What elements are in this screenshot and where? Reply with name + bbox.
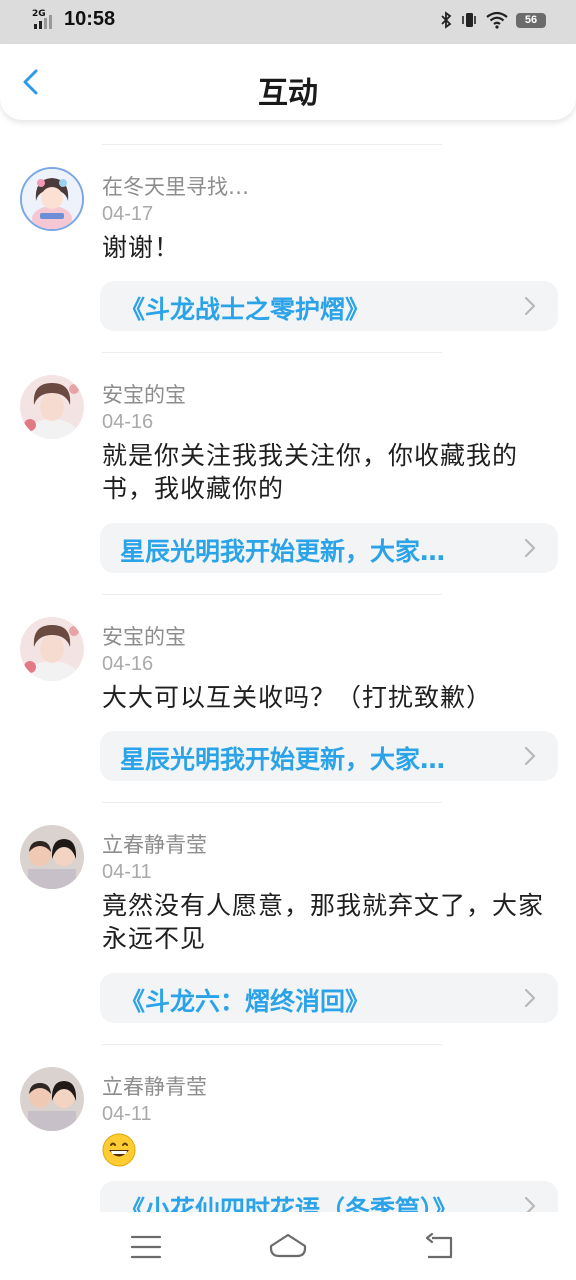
avatar[interactable]: [20, 825, 84, 889]
post-date: 04-11: [102, 1103, 152, 1125]
username[interactable]: 安宝的宝: [102, 379, 186, 409]
page-title: 互动: [258, 76, 318, 111]
chevron-right-icon: [524, 746, 536, 766]
interaction-list[interactable]: 在冬天里寻找… 04-17 谢谢！ 《斗龙战士之零护熠》 安宝的宝 04-16 …: [0, 120, 576, 1212]
list-item: 立春静青莹 04-11 竟然没有人愿意，那我就弃文了，大家永远不见 《斗龙六：熠…: [0, 825, 576, 1025]
book-link-card[interactable]: 星辰光明我开始更新，大家…: [100, 731, 558, 781]
message-text: 就是你关注我我关注你，你收藏我的书，我收藏你的: [102, 441, 519, 503]
message-text: 竟然没有人愿意，那我就弃文了，大家永远不见: [102, 891, 545, 953]
message-text: 大大可以互关收吗？（打扰致歉）: [102, 683, 493, 712]
status-bar: 2G 10:58 56: [0, 0, 576, 44]
book-link-card[interactable]: 《小花仙四时花语（冬季篇）》: [100, 1181, 558, 1212]
status-left: 2G 10:58: [30, 8, 115, 31]
list-item: 在冬天里寻找… 04-17 谢谢！ 《斗龙战士之零护熠》: [0, 167, 576, 331]
book-link-title: 星辰光明我开始更新，大家…: [120, 745, 446, 774]
chevron-right-icon: [524, 538, 536, 558]
username[interactable]: 在冬天里寻找…: [102, 171, 249, 201]
screen: 2G 10:58 56 互动 在冬天里寻找… 04-17 谢谢！ 《斗龙战士之零…: [0, 0, 576, 1280]
status-right: 56: [440, 11, 546, 29]
book-link-card[interactable]: 《斗龙战士之零护熠》: [100, 281, 558, 331]
avatar[interactable]: [20, 1067, 84, 1131]
home-icon: [269, 1233, 307, 1258]
post-date: 04-17: [102, 203, 154, 225]
book-link-card[interactable]: 星辰光明我开始更新，大家…: [100, 523, 558, 573]
avatar[interactable]: [20, 375, 84, 439]
avatar[interactable]: [20, 167, 84, 231]
list-item: 安宝的宝 04-16 就是你关注我我关注你，你收藏我的书，我收藏你的 星辰光明我…: [0, 375, 576, 575]
post-date: 04-16: [102, 653, 154, 675]
nav-back-button[interactable]: [420, 1230, 460, 1264]
system-nav-bar: [0, 1212, 576, 1280]
chevron-right-icon: [524, 988, 536, 1008]
list-item: 立春静青莹 04-11 《小花仙四时花语（冬季篇）》: [0, 1067, 576, 1212]
username[interactable]: 立春静青莹: [102, 829, 207, 859]
post-date: 04-11: [102, 861, 152, 883]
back-icon: [425, 1232, 453, 1259]
chevron-right-icon: [524, 1196, 536, 1212]
vibrate-icon: [460, 11, 478, 29]
divider: [102, 594, 442, 595]
username[interactable]: 立春静青莹: [102, 1071, 207, 1101]
chevron-right-icon: [524, 296, 536, 316]
divider: [102, 144, 442, 145]
username[interactable]: 安宝的宝: [102, 621, 186, 651]
book-link-title: 星辰光明我开始更新，大家…: [120, 537, 446, 566]
book-link-title: 《斗龙战士之零护熠》: [120, 295, 371, 324]
list-item: 安宝的宝 04-16 大大可以互关收吗？（打扰致歉） 星辰光明我开始更新，大家…: [0, 617, 576, 781]
wifi-icon: [486, 11, 508, 29]
book-link-card[interactable]: 《斗龙六：熠终消回》: [100, 973, 558, 1023]
battery-indicator: 56: [516, 12, 546, 28]
book-link-title: 《斗龙六：熠终消回》: [120, 987, 371, 1016]
divider: [102, 802, 442, 803]
status-time: 10:58: [64, 8, 116, 30]
avatar[interactable]: [20, 617, 84, 681]
divider: [102, 1044, 442, 1045]
signal-icon: 2G: [30, 9, 58, 31]
grinning-face-emoji: [102, 1133, 136, 1171]
book-link-title: 《小花仙四时花语（冬季篇）》: [120, 1195, 458, 1212]
bluetooth-icon: [440, 11, 452, 29]
divider: [102, 352, 442, 353]
nav-home-button[interactable]: [268, 1230, 308, 1264]
nav-menu-button[interactable]: [126, 1230, 166, 1264]
header: 互动: [0, 44, 576, 120]
menu-icon: [130, 1235, 162, 1259]
post-date: 04-16: [102, 411, 154, 433]
message-text: 谢谢！: [102, 233, 181, 262]
